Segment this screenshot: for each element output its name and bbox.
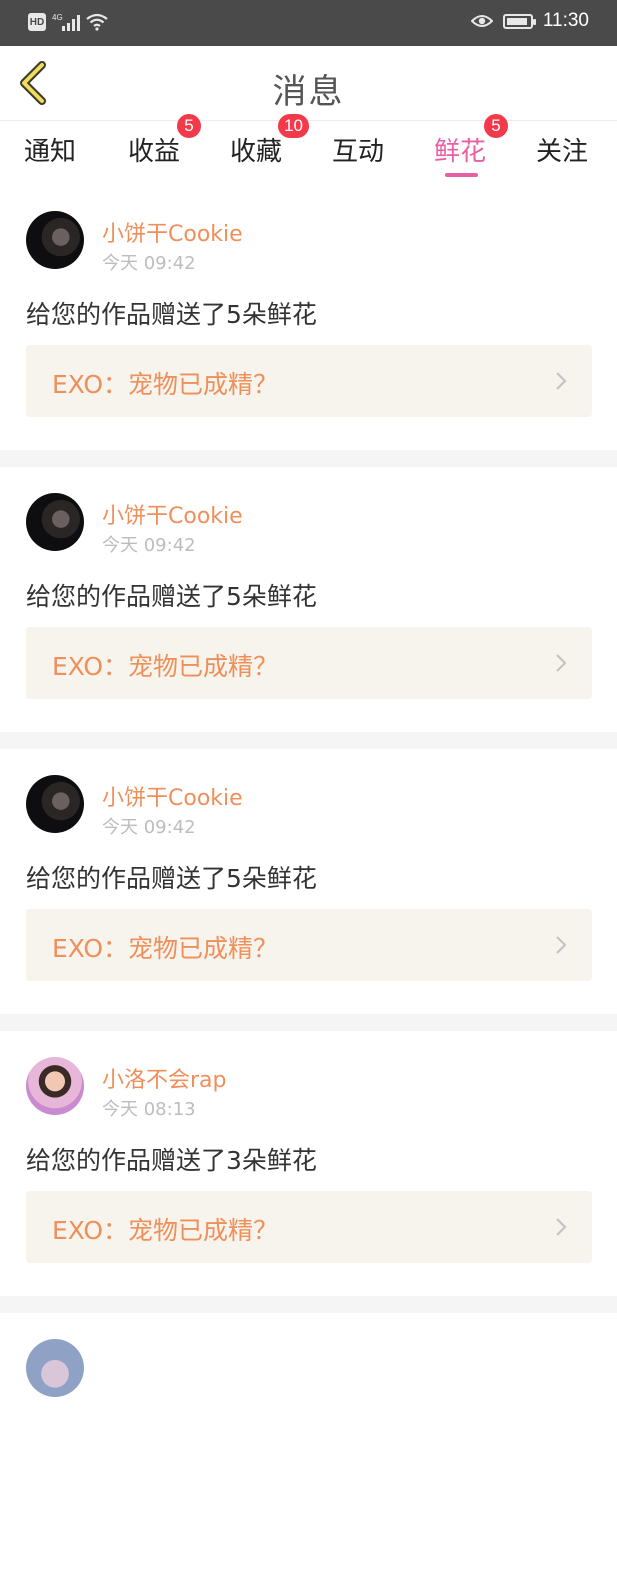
username[interactable]: 小饼干Cookie [102, 216, 243, 248]
divider [0, 1296, 617, 1313]
message-text: 给您的作品赠送了5朵鲜花 [26, 582, 317, 611]
status-bar: HD 4G 11:30 [0, 0, 617, 46]
divider [0, 1014, 617, 1031]
timestamp: 今天 08:13 [102, 1099, 196, 1120]
divider [0, 450, 617, 467]
work-title: EXO：宠物已成精？ [52, 652, 279, 681]
tab-favorites[interactable]: 收藏 [230, 131, 282, 168]
chevron-right-icon [556, 654, 567, 672]
notification-card-partial [0, 1313, 617, 1578]
message-text: 给您的作品赠送了5朵鲜花 [26, 300, 317, 329]
hd-icon: HD [28, 13, 46, 31]
page-title: 消息 [272, 72, 345, 112]
avatar[interactable] [26, 211, 84, 269]
status-time: 11:30 [542, 10, 589, 31]
chevron-right-icon [556, 372, 567, 390]
tab-notifications[interactable]: 通知 [24, 131, 76, 168]
active-tab-indicator [445, 173, 478, 177]
message-text: 给您的作品赠送了3朵鲜花 [26, 1146, 317, 1175]
notification-card: 小饼干Cookie 今天 09:42 给您的作品赠送了5朵鲜花 EXO：宠物已成… [0, 185, 617, 450]
work-link[interactable]: EXO：宠物已成精？ [26, 627, 592, 699]
header: 消息 [0, 46, 617, 121]
signal-icon: 4G [52, 13, 80, 31]
avatar[interactable] [26, 1057, 84, 1115]
tab-bar: 通知 收益 5 收藏 10 互动 鲜花 5 关注 [0, 114, 617, 185]
avatar[interactable] [26, 1339, 84, 1397]
message-text: 给您的作品赠送了5朵鲜花 [26, 864, 317, 893]
timestamp: 今天 09:42 [102, 253, 196, 274]
tab-flowers-badge: 5 [484, 114, 508, 138]
work-title: EXO：宠物已成精？ [52, 934, 279, 963]
work-link[interactable]: EXO：宠物已成精？ [26, 1191, 592, 1263]
chevron-right-icon [556, 936, 567, 954]
chevron-right-icon [556, 1218, 567, 1236]
tab-earnings-badge: 5 [177, 114, 201, 138]
username[interactable]: 小饼干Cookie [102, 498, 243, 530]
status-left: HD 4G [28, 12, 108, 32]
timestamp: 今天 09:42 [102, 817, 196, 838]
username[interactable]: 小洛不会rap [102, 1062, 227, 1094]
notification-card: 小饼干Cookie 今天 09:42 给您的作品赠送了5朵鲜花 EXO：宠物已成… [0, 749, 617, 1014]
status-right: 11:30 [470, 10, 589, 32]
tab-flowers[interactable]: 鲜花 [434, 131, 486, 168]
notification-list: 小饼干Cookie 今天 09:42 给您的作品赠送了5朵鲜花 EXO：宠物已成… [0, 185, 617, 1578]
work-link[interactable]: EXO：宠物已成精？ [26, 345, 592, 417]
wifi-icon [86, 13, 108, 31]
work-link[interactable]: EXO：宠物已成精？ [26, 909, 592, 981]
eye-icon [470, 15, 493, 27]
avatar[interactable] [26, 493, 84, 551]
tab-favorites-badge: 10 [278, 114, 309, 138]
notification-card: 小洛不会rap 今天 08:13 给您的作品赠送了3朵鲜花 EXO：宠物已成精？ [0, 1031, 617, 1296]
tab-follows[interactable]: 关注 [536, 131, 588, 168]
avatar[interactable] [26, 775, 84, 833]
work-title: EXO：宠物已成精？ [52, 370, 279, 399]
timestamp: 今天 09:42 [102, 535, 196, 556]
notification-card: 小饼干Cookie 今天 09:42 给您的作品赠送了5朵鲜花 EXO：宠物已成… [0, 467, 617, 732]
tab-interactions[interactable]: 互动 [332, 131, 384, 168]
svg-text:4G: 4G [52, 13, 63, 22]
work-title: EXO：宠物已成精？ [52, 1216, 279, 1245]
battery-icon [502, 13, 536, 29]
tab-earnings[interactable]: 收益 [128, 131, 180, 168]
username[interactable]: 小饼干Cookie [102, 780, 243, 812]
divider [0, 732, 617, 749]
